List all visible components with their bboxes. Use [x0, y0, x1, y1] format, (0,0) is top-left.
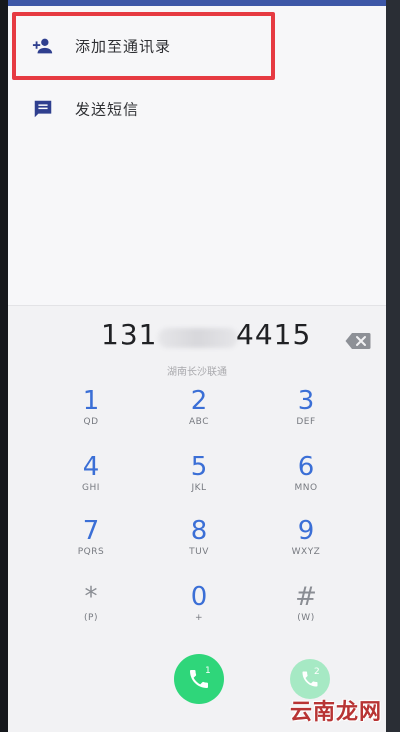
key-digit: *	[84, 582, 98, 612]
key-0[interactable]: 0 +	[154, 582, 244, 642]
watermark: 云南龙网	[289, 700, 382, 725]
phone-number-display: 131 4415	[8, 318, 386, 358]
key-digit: 7	[82, 516, 100, 546]
key-letters: (W)	[297, 613, 315, 623]
key-letters: (P)	[84, 613, 98, 623]
key-2[interactable]: 2 ABC	[154, 386, 244, 446]
device-bezel-left	[0, 0, 8, 732]
highlight-box	[12, 12, 275, 80]
key-1[interactable]: 1 QD	[46, 386, 136, 446]
key-letters: TUV	[189, 547, 209, 557]
key-digit: 2	[190, 386, 208, 416]
key-6[interactable]: 6 MNO	[261, 452, 351, 512]
key-digit: 0	[190, 582, 208, 612]
key-3[interactable]: 3 DEF	[261, 386, 351, 446]
key-letters: GHI	[82, 483, 100, 493]
key-letters: +	[194, 613, 204, 623]
key-digit: 9	[297, 516, 315, 546]
key-letters: MNO	[294, 483, 318, 493]
key-letters: PQRS	[77, 547, 105, 557]
key-digit: 4	[82, 452, 100, 482]
number-suffix: 4415	[236, 318, 312, 351]
key-digit: 3	[297, 386, 315, 416]
key-5[interactable]: 5 JKL	[154, 452, 244, 512]
key-hash[interactable]: # (W)	[261, 582, 351, 642]
key-letters: QD	[83, 417, 99, 427]
key-letters: ABC	[189, 417, 209, 427]
key-letters: WXYZ	[291, 547, 321, 557]
key-star[interactable]: * (P)	[46, 582, 136, 642]
key-digit: 8	[190, 516, 208, 546]
device-bezel-right	[386, 0, 400, 732]
call-button-sim2[interactable]: 2	[290, 659, 330, 699]
phone-screen: 添加至通讯录 发送短信 131 4415 湖南长沙联通 1 QD 2 ABC 3…	[0, 0, 400, 732]
key-4[interactable]: 4 GHI	[46, 452, 136, 512]
sim1-badge: 1	[205, 666, 211, 676]
key-8[interactable]: 8 TUV	[154, 516, 244, 576]
key-letters: JKL	[191, 483, 207, 493]
number-prefix: 131	[101, 318, 158, 351]
redacted-number-part	[158, 328, 238, 348]
key-9[interactable]: 9 WXYZ	[261, 516, 351, 576]
sim2-badge: 2	[314, 667, 320, 677]
call-button-sim1[interactable]: 1	[174, 654, 224, 704]
key-letters: DEF	[296, 417, 316, 427]
message-icon	[34, 100, 52, 118]
send-message-label: 发送短信	[75, 100, 140, 119]
key-7[interactable]: 7 PQRS	[46, 516, 136, 576]
send-message-item[interactable]: 发送短信	[8, 79, 386, 139]
backspace-icon[interactable]	[345, 332, 371, 350]
key-digit: #	[295, 582, 317, 612]
key-digit: 5	[190, 452, 208, 482]
status-bar-strip	[0, 0, 400, 6]
dialpad: 131 4415 湖南长沙联通 1 QD 2 ABC 3 DEF 4 GHI 5…	[8, 305, 386, 732]
carrier-label: 湖南长沙联通	[167, 367, 227, 378]
key-digit: 1	[82, 386, 100, 416]
key-digit: 6	[297, 452, 315, 482]
